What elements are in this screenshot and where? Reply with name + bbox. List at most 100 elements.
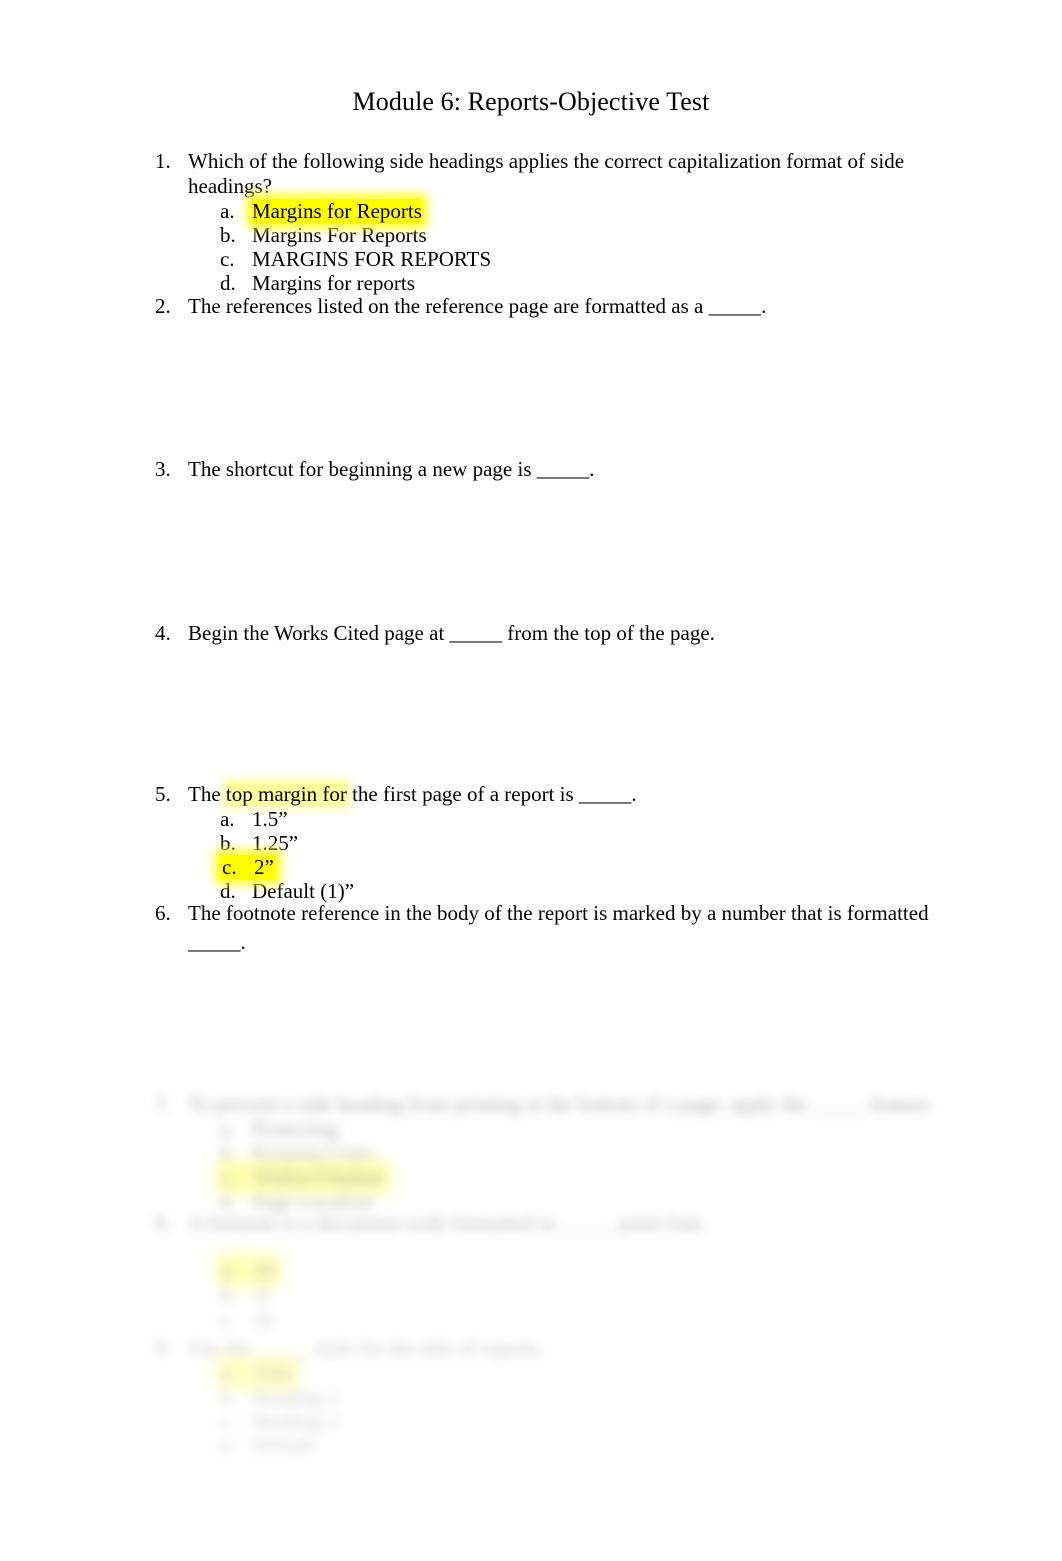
question-5-option-b[interactable]: b. 1.25” [155,831,925,855]
question-2-text: The references listed on the reference p… [188,294,767,318]
question-1-option-b[interactable]: b. Margins For Reports [155,223,907,247]
question-6-text: The footnote reference in the body of th… [188,901,929,925]
option-text: Margins For Reports [252,223,427,247]
question-7-text: To prevent a side heading from printing … [188,1092,935,1116]
option-letter: c. [220,1308,235,1332]
question-6-stem: 6. The footnote reference in the body of… [155,901,930,926]
page-title: Module 6: Reports-Objective Test [352,87,710,116]
option-text: 12 [252,1308,273,1332]
question-7-number: 7. [155,1092,171,1116]
question-9-option-c[interactable]: c. Heading 2 [155,1409,775,1433]
option-text: Heading 2 [252,1409,339,1433]
question-1-text: Which of the following side headings app… [188,149,905,198]
question-5-text-before: The [188,782,226,806]
question-8-number: 8. [155,1211,171,1235]
option-text: Default [252,1433,315,1457]
option-letter: a. [220,807,235,831]
question-8-option-c[interactable]: c. 12 [155,1308,855,1332]
question-5-text-after: the first page of a report is _____. [346,782,637,806]
question-6-continuation: _____. [155,930,930,955]
question-9-text: Use the _____ style for the title of rep… [188,1336,545,1360]
question-8: 8. A footnote is a document-wide formatt… [155,1211,855,1332]
option-letter: a. [222,1258,237,1282]
option-letter: d. [220,1189,236,1213]
option-letter: c. [220,247,235,271]
question-5-text-highlight: top margin for [225,782,347,806]
question-8-option-a[interactable]: a. 10 [155,1258,855,1282]
question-4-number: 4. [155,621,171,645]
question-1: 1. Which of the following side headings … [155,149,907,295]
question-4-stem: 4. Begin the Works Cited page at _____ f… [155,621,925,646]
question-5-text: The top margin for the first page of a r… [188,782,925,807]
question-5-stem: 5. The top margin for the first page of … [155,782,925,807]
question-1-option-d[interactable]: d. Margins for reports [155,271,907,295]
option-text: Margins for reports [252,271,415,295]
question-7-option-d[interactable]: d. Page Location [155,1189,945,1213]
question-3: 3. The shortcut for beginning a new page… [155,457,925,482]
question-8-text: A footnote is a document-wide formatted … [188,1211,706,1235]
option-text: Title [254,1361,293,1385]
option-text: 1.5” [252,807,288,831]
question-5-option-c[interactable]: c. 2” [155,855,925,879]
option-letter: b. [220,1385,236,1409]
question-8-options: a. 10 b. 11 c. 12 [155,1258,855,1332]
question-4-text: Begin the Works Cited page at _____ from… [188,621,715,645]
question-2-number: 2. [155,294,171,318]
question-5-options: a. 1.5” b. 1.25” c. 2” d. Default (1)” [155,807,925,903]
option-text: 2” [254,855,274,879]
option-text: 10 [254,1258,275,1282]
question-7-option-a[interactable]: a. Protecting [155,1117,945,1141]
question-3-number: 3. [155,457,171,481]
question-8-option-b[interactable]: b. 11 [155,1282,855,1308]
option-letter: b. [220,223,236,247]
question-1-stem: 1. Which of the following side headings … [155,149,907,199]
question-7-option-c[interactable]: c. Widow/Orphan [155,1165,945,1189]
question-9: 9. Use the _____ style for the title of … [155,1336,775,1457]
option-letter: d. [220,1433,236,1457]
question-4: 4. Begin the Works Cited page at _____ f… [155,621,925,646]
question-6-number: 6. [155,901,171,925]
option-text: Protecting [252,1117,339,1141]
question-5-option-a[interactable]: a. 1.5” [155,807,925,831]
question-8-stem: 8. A footnote is a document-wide formatt… [155,1211,855,1236]
question-3-text: The shortcut for beginning a new page is… [188,457,595,481]
option-letter: d. [220,879,236,903]
obscured-preview-region: 7. To prevent a side heading from printi… [0,1078,1062,1478]
option-letter: a. [222,1361,237,1385]
option-text: Heading 1 [252,1385,339,1409]
question-9-options: a. Title b. Heading 1 c. Heading 2 d. Def… [155,1361,775,1457]
question-5: 5. The top margin for the first page of … [155,782,925,903]
question-9-option-a[interactable]: a. Title [155,1361,775,1385]
question-1-number: 1. [155,149,171,173]
question-1-option-c[interactable]: c. MARGINS FOR REPORTS [155,247,907,271]
question-3-stem: 3. The shortcut for beginning a new page… [155,457,925,482]
option-text: Default (1)” [252,879,355,903]
question-7: 7. To prevent a side heading from printi… [155,1092,945,1213]
question-6: 6. The footnote reference in the body of… [155,901,930,955]
question-7-option-b[interactable]: b. Keeping Lines [155,1141,945,1165]
question-1-option-a[interactable]: a. Margins for Reports [155,199,907,223]
question-9-stem: 9. Use the _____ style for the title of … [155,1336,775,1361]
question-2-stem: 2. The references listed on the referenc… [155,294,925,319]
question-6-blank: _____. [188,930,246,954]
question-2: 2. The references listed on the referenc… [155,294,925,319]
option-text: 1.25” [252,831,299,855]
question-5-option-d[interactable]: d. Default (1)” [155,879,925,903]
option-letter: c. [222,855,237,879]
obscured-content: 7. To prevent a side heading from printi… [0,1078,1062,1478]
option-text: Keeping Lines [252,1141,376,1165]
option-text: Widow/Orphan [254,1165,384,1189]
option-letter: a. [220,1117,235,1141]
option-text: MARGINS FOR REPORTS [252,247,492,271]
option-letter: b. [220,1141,236,1165]
option-text: 11 [252,1282,273,1306]
question-1-options: a. Margins for Reports b. Margins For Re… [155,199,907,295]
question-7-stem: 7. To prevent a side heading from printi… [155,1092,945,1117]
option-letter: c. [220,1409,235,1433]
option-text: Page Location [252,1189,373,1213]
option-letter: d. [220,271,236,295]
question-5-number: 5. [155,782,171,806]
option-letter: b. [220,1282,236,1306]
question-9-option-d[interactable]: d. Default [155,1433,775,1457]
question-9-option-b[interactable]: b. Heading 1 [155,1385,775,1409]
